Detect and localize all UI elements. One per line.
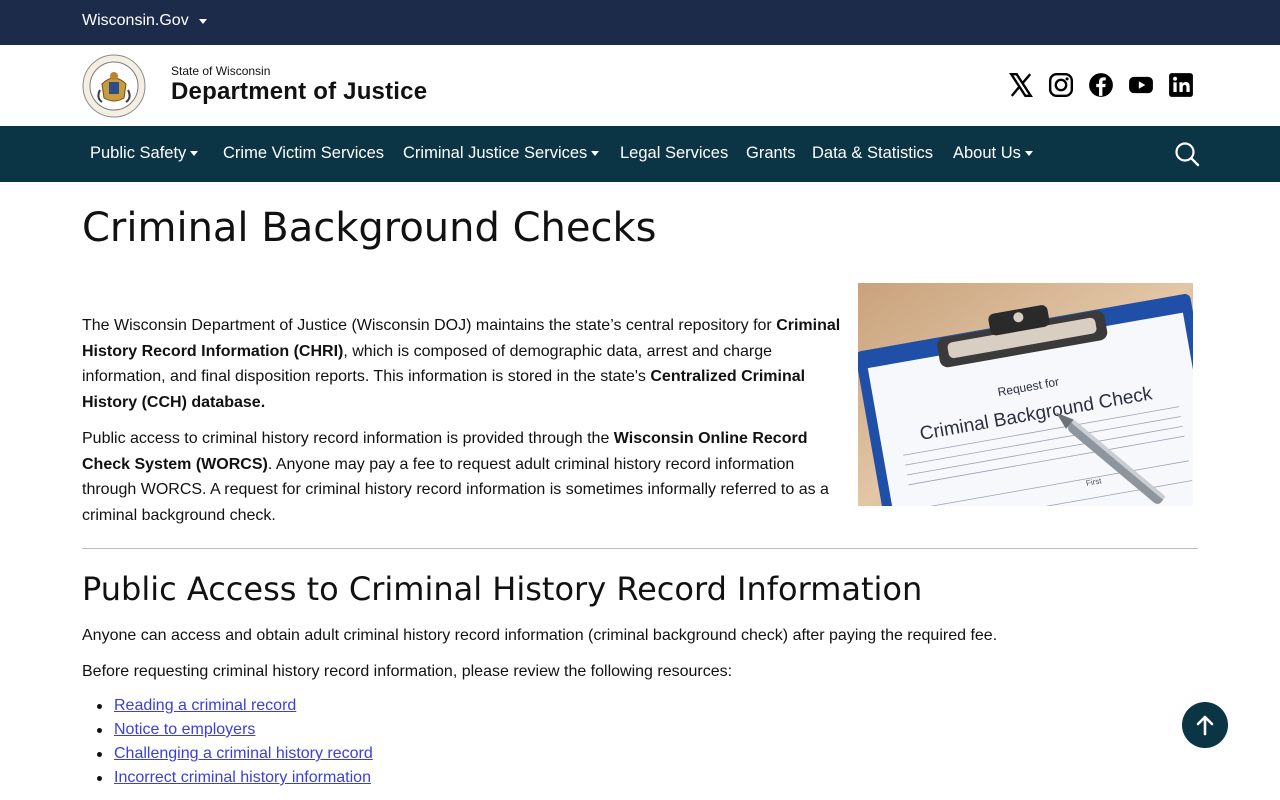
wisconsin-gov-label: Wisconsin.Gov xyxy=(82,12,189,29)
nav-criminal-justice-services-label: Criminal Justice Services xyxy=(403,144,588,162)
intro-paragraph-1: The Wisconsin Department of Justice (Wis… xyxy=(82,313,842,416)
x-icon[interactable] xyxy=(1007,71,1035,99)
section-text-1: Anyone can access and obtain adult crimi… xyxy=(82,627,998,644)
intro-p2-text-a: Public access to criminal history record… xyxy=(82,430,614,447)
nav-legal-services-label: Legal Services xyxy=(620,144,729,162)
chevron-down-icon xyxy=(1024,151,1033,156)
intro-paragraph-2: Public access to criminal history record… xyxy=(82,426,842,529)
link-notice-to-employers[interactable]: Notice to employers xyxy=(114,721,255,738)
arrow-up-icon xyxy=(1196,715,1214,736)
chevron-down-icon xyxy=(198,18,207,24)
wisconsin-gov-dropdown[interactable]: Wisconsin.Gov xyxy=(82,12,207,30)
section-text-2: Before requesting criminal history recor… xyxy=(82,663,733,680)
search-icon[interactable] xyxy=(1173,140,1201,168)
background-check-image: Request for Criminal Background Check Fi… xyxy=(858,283,1193,506)
nav-public-safety[interactable]: Public Safety xyxy=(90,144,199,163)
nav-data-statistics-label: Data & Statistics xyxy=(812,144,934,162)
state-label: State of Wisconsin xyxy=(171,64,271,78)
site-header: State of Wisconsin Department of Justice xyxy=(0,45,1280,126)
main-nav: Public Safety Crime Victim Services Crim… xyxy=(0,126,1280,182)
nav-data-statistics[interactable]: Data & Statistics xyxy=(812,144,933,163)
nav-grants-label: Grants xyxy=(746,144,796,162)
nav-about-us[interactable]: About Us xyxy=(953,144,1033,163)
chevron-down-icon xyxy=(591,151,600,156)
nav-criminal-justice-services[interactable]: Criminal Justice Services xyxy=(403,144,600,163)
nav-grants[interactable]: Grants xyxy=(746,144,796,163)
doj-seal-logo[interactable] xyxy=(82,54,146,118)
back-to-top-button[interactable] xyxy=(1182,702,1228,748)
intro-p1-text-a: The Wisconsin Department of Justice (Wis… xyxy=(82,317,777,334)
list-item: Notice to employers xyxy=(82,718,373,742)
youtube-icon[interactable] xyxy=(1127,71,1155,99)
page-title: Criminal Background Checks xyxy=(82,205,657,251)
nav-crime-victim-services[interactable]: Crime Victim Services xyxy=(223,144,384,163)
nav-about-us-label: About Us xyxy=(953,144,1021,162)
section-divider xyxy=(82,548,1198,549)
resource-list: Reading a criminal record Notice to empl… xyxy=(82,694,373,790)
list-item: Incorrect criminal history information xyxy=(82,766,373,790)
facebook-icon[interactable] xyxy=(1087,71,1115,99)
nav-legal-services[interactable]: Legal Services xyxy=(620,144,728,163)
nav-public-safety-label: Public Safety xyxy=(90,144,187,162)
section-heading: Public Access to Criminal History Record… xyxy=(82,570,923,608)
list-item: Reading a criminal record xyxy=(82,694,373,718)
top-bar: Wisconsin.Gov xyxy=(0,0,1280,45)
department-title[interactable]: Department of Justice xyxy=(171,78,427,106)
link-challenging-record[interactable]: Challenging a criminal history record xyxy=(114,745,373,762)
linkedin-icon[interactable] xyxy=(1167,71,1195,99)
list-item: Challenging a criminal history record xyxy=(82,742,373,766)
instagram-icon[interactable] xyxy=(1047,71,1075,99)
link-reading-criminal-record[interactable]: Reading a criminal record xyxy=(114,697,296,714)
nav-crime-victim-services-label: Crime Victim Services xyxy=(223,144,385,162)
link-incorrect-information[interactable]: Incorrect criminal history information xyxy=(114,769,371,786)
chevron-down-icon xyxy=(190,151,199,156)
